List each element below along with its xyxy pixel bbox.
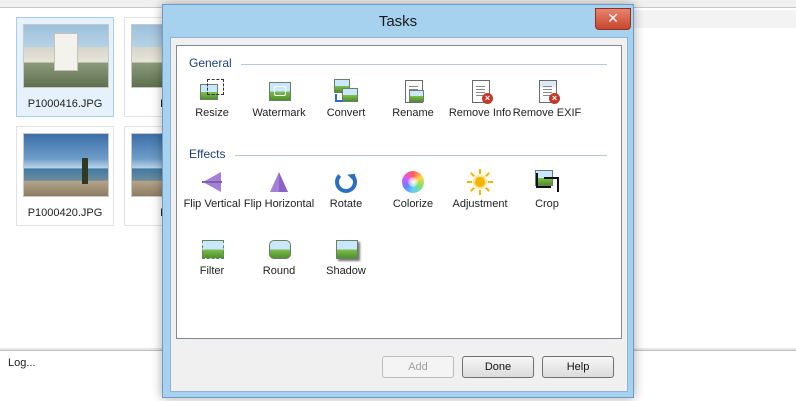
filter-icon [199, 236, 225, 262]
rename-icon [400, 78, 426, 104]
thumbnail-item[interactable]: P1000420.JPG [16, 126, 114, 226]
thumbnail-item[interactable]: P1000416.JPG [16, 17, 114, 117]
thumbnail-filename: P1000420.JPG [27, 207, 103, 219]
shadow-icon [333, 236, 359, 262]
task-label: Crop [535, 198, 559, 210]
thumbnail-image [23, 133, 109, 197]
group-divider [241, 64, 607, 65]
done-button[interactable]: Done [462, 356, 534, 378]
group-divider [235, 155, 607, 156]
close-icon: ✕ [607, 10, 619, 26]
task-shadow[interactable]: Shadow [307, 236, 385, 278]
tasks-panel: General Resize Watermark Convert Rename … [176, 45, 622, 339]
task-label: Shadow [326, 265, 366, 277]
group-general: General [177, 56, 621, 72]
close-button[interactable]: ✕ [595, 8, 631, 30]
dialog-body: General Resize Watermark Convert Rename … [170, 37, 628, 392]
round-icon [266, 236, 292, 262]
colorize-icon [400, 169, 426, 195]
help-button[interactable]: Help [542, 356, 614, 378]
flip-horizontal-icon [266, 169, 292, 195]
watermark-icon [266, 78, 292, 104]
group-effects: Effects [177, 147, 621, 163]
thumbnail-filename: P1000416.JPG [27, 98, 103, 110]
crop-icon [534, 169, 560, 195]
remove-exif-icon: × [534, 78, 560, 104]
background-column-header [632, 10, 796, 29]
task-remove-exif[interactable]: × Remove EXIF [508, 78, 586, 120]
dialog-title: Tasks [378, 13, 418, 30]
task-label: Remove EXIF [512, 107, 582, 119]
background-right-panel [632, 28, 796, 350]
add-button[interactable]: Add [382, 356, 454, 378]
rotate-icon [333, 169, 359, 195]
group-title-effects: Effects [189, 147, 226, 161]
tasks-dialog: Tasks ✕ General Resize Watermark Convert… [162, 4, 634, 398]
thumbnail-image [23, 24, 109, 88]
adjustment-icon [467, 169, 493, 195]
group-title-general: General [189, 56, 232, 70]
flip-vertical-icon [199, 169, 225, 195]
task-crop[interactable]: Crop [508, 169, 586, 211]
log-text: Log... [8, 357, 36, 369]
resize-icon [199, 78, 225, 104]
remove-info-icon: × [467, 78, 493, 104]
convert-icon [333, 78, 359, 104]
